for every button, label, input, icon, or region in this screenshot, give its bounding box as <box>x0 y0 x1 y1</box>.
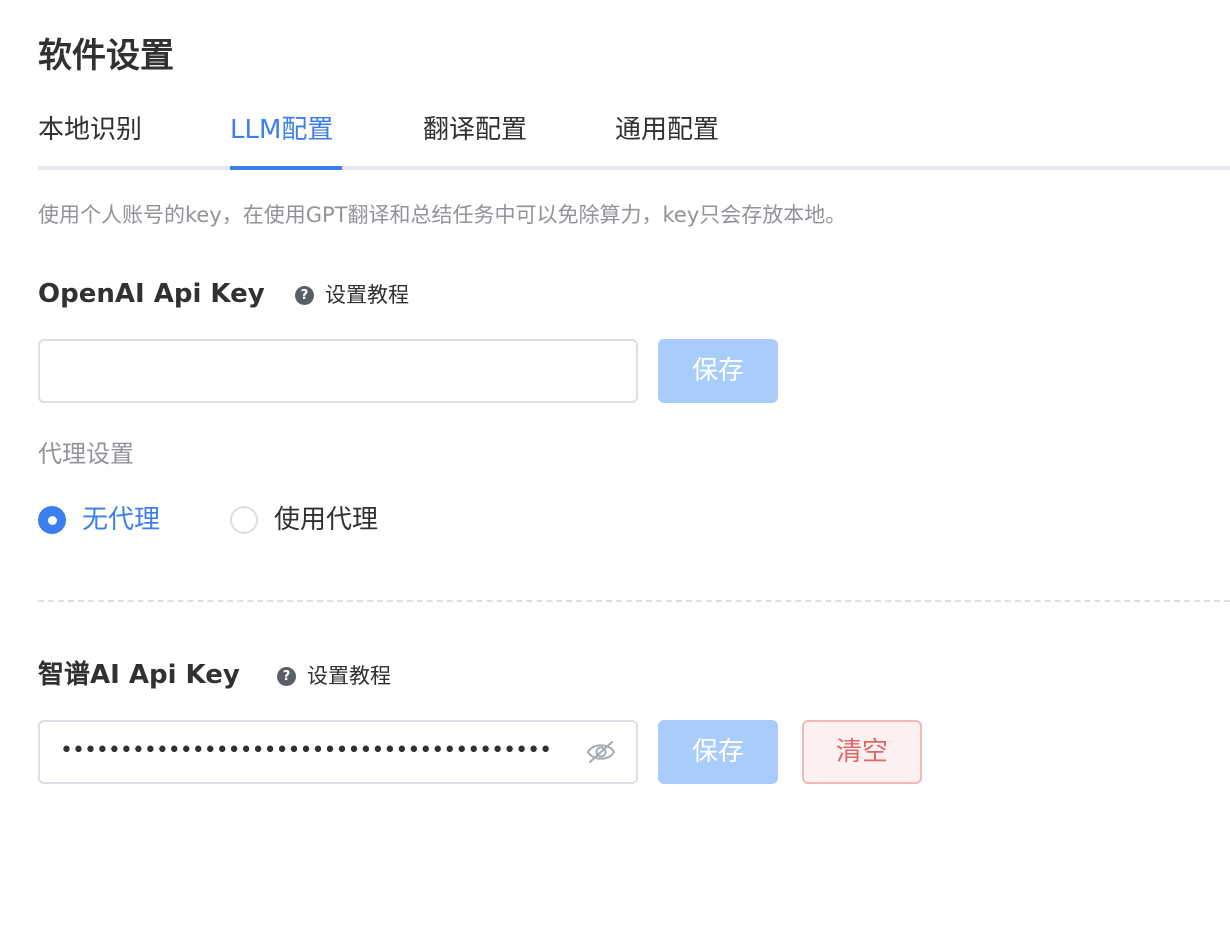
section-divider <box>38 600 1230 602</box>
description-text: 使用个人账号的key，在使用GPT翻译和总结任务中可以免除算力，key只会存放本… <box>38 203 847 227</box>
tab-translation-config[interactable]: 翻译配置 <box>423 106 527 166</box>
openai-api-key-input[interactable] <box>40 341 636 401</box>
zhipu-help-link[interactable]: ? 设置教程 <box>277 661 391 691</box>
tab-general-config[interactable]: 通用配置 <box>615 106 719 166</box>
settings-tabs: 本地识别 LLM配置 翻译配置 通用配置 <box>38 106 1230 170</box>
zhipu-help-label: 设置教程 <box>307 664 391 688</box>
radio-use-proxy-label: 使用代理 <box>274 505 379 535</box>
zhipu-api-key-label: 智谱AI Api Key <box>38 660 240 690</box>
eye-off-icon[interactable] <box>586 739 616 765</box>
openai-api-key-label: OpenAI Api Key <box>38 279 265 309</box>
tab-llm-config[interactable]: LLM配置 <box>230 106 333 166</box>
openai-help-label: 设置教程 <box>325 283 409 307</box>
zhipu-api-key-masked-value: ••••••••••••••••••••••••••••••••••••••••… <box>60 738 550 763</box>
openai-api-key-field <box>38 339 638 403</box>
radio-use-proxy[interactable]: 使用代理 <box>230 500 378 540</box>
radio-checked-icon <box>38 506 66 534</box>
radio-no-proxy-label: 无代理 <box>82 505 161 535</box>
zhipu-clear-button[interactable]: 清空 <box>802 720 922 784</box>
proxy-settings-label: 代理设置 <box>38 440 134 468</box>
openai-help-link[interactable]: ? 设置教程 <box>295 280 409 310</box>
zhipu-save-button[interactable]: 保存 <box>658 720 778 784</box>
tabs-divider <box>38 166 1230 170</box>
page-title: 软件设置 <box>38 36 174 76</box>
question-circle-icon: ? <box>295 285 314 305</box>
radio-no-proxy[interactable]: 无代理 <box>38 500 160 540</box>
tab-local-recognition[interactable]: 本地识别 <box>38 106 142 166</box>
radio-unchecked-icon <box>230 506 258 534</box>
question-circle-icon: ? <box>277 666 296 686</box>
zhipu-api-key-field[interactable]: ••••••••••••••••••••••••••••••••••••••••… <box>38 720 638 784</box>
active-tab-indicator <box>230 166 342 170</box>
openai-save-button[interactable]: 保存 <box>658 339 778 403</box>
